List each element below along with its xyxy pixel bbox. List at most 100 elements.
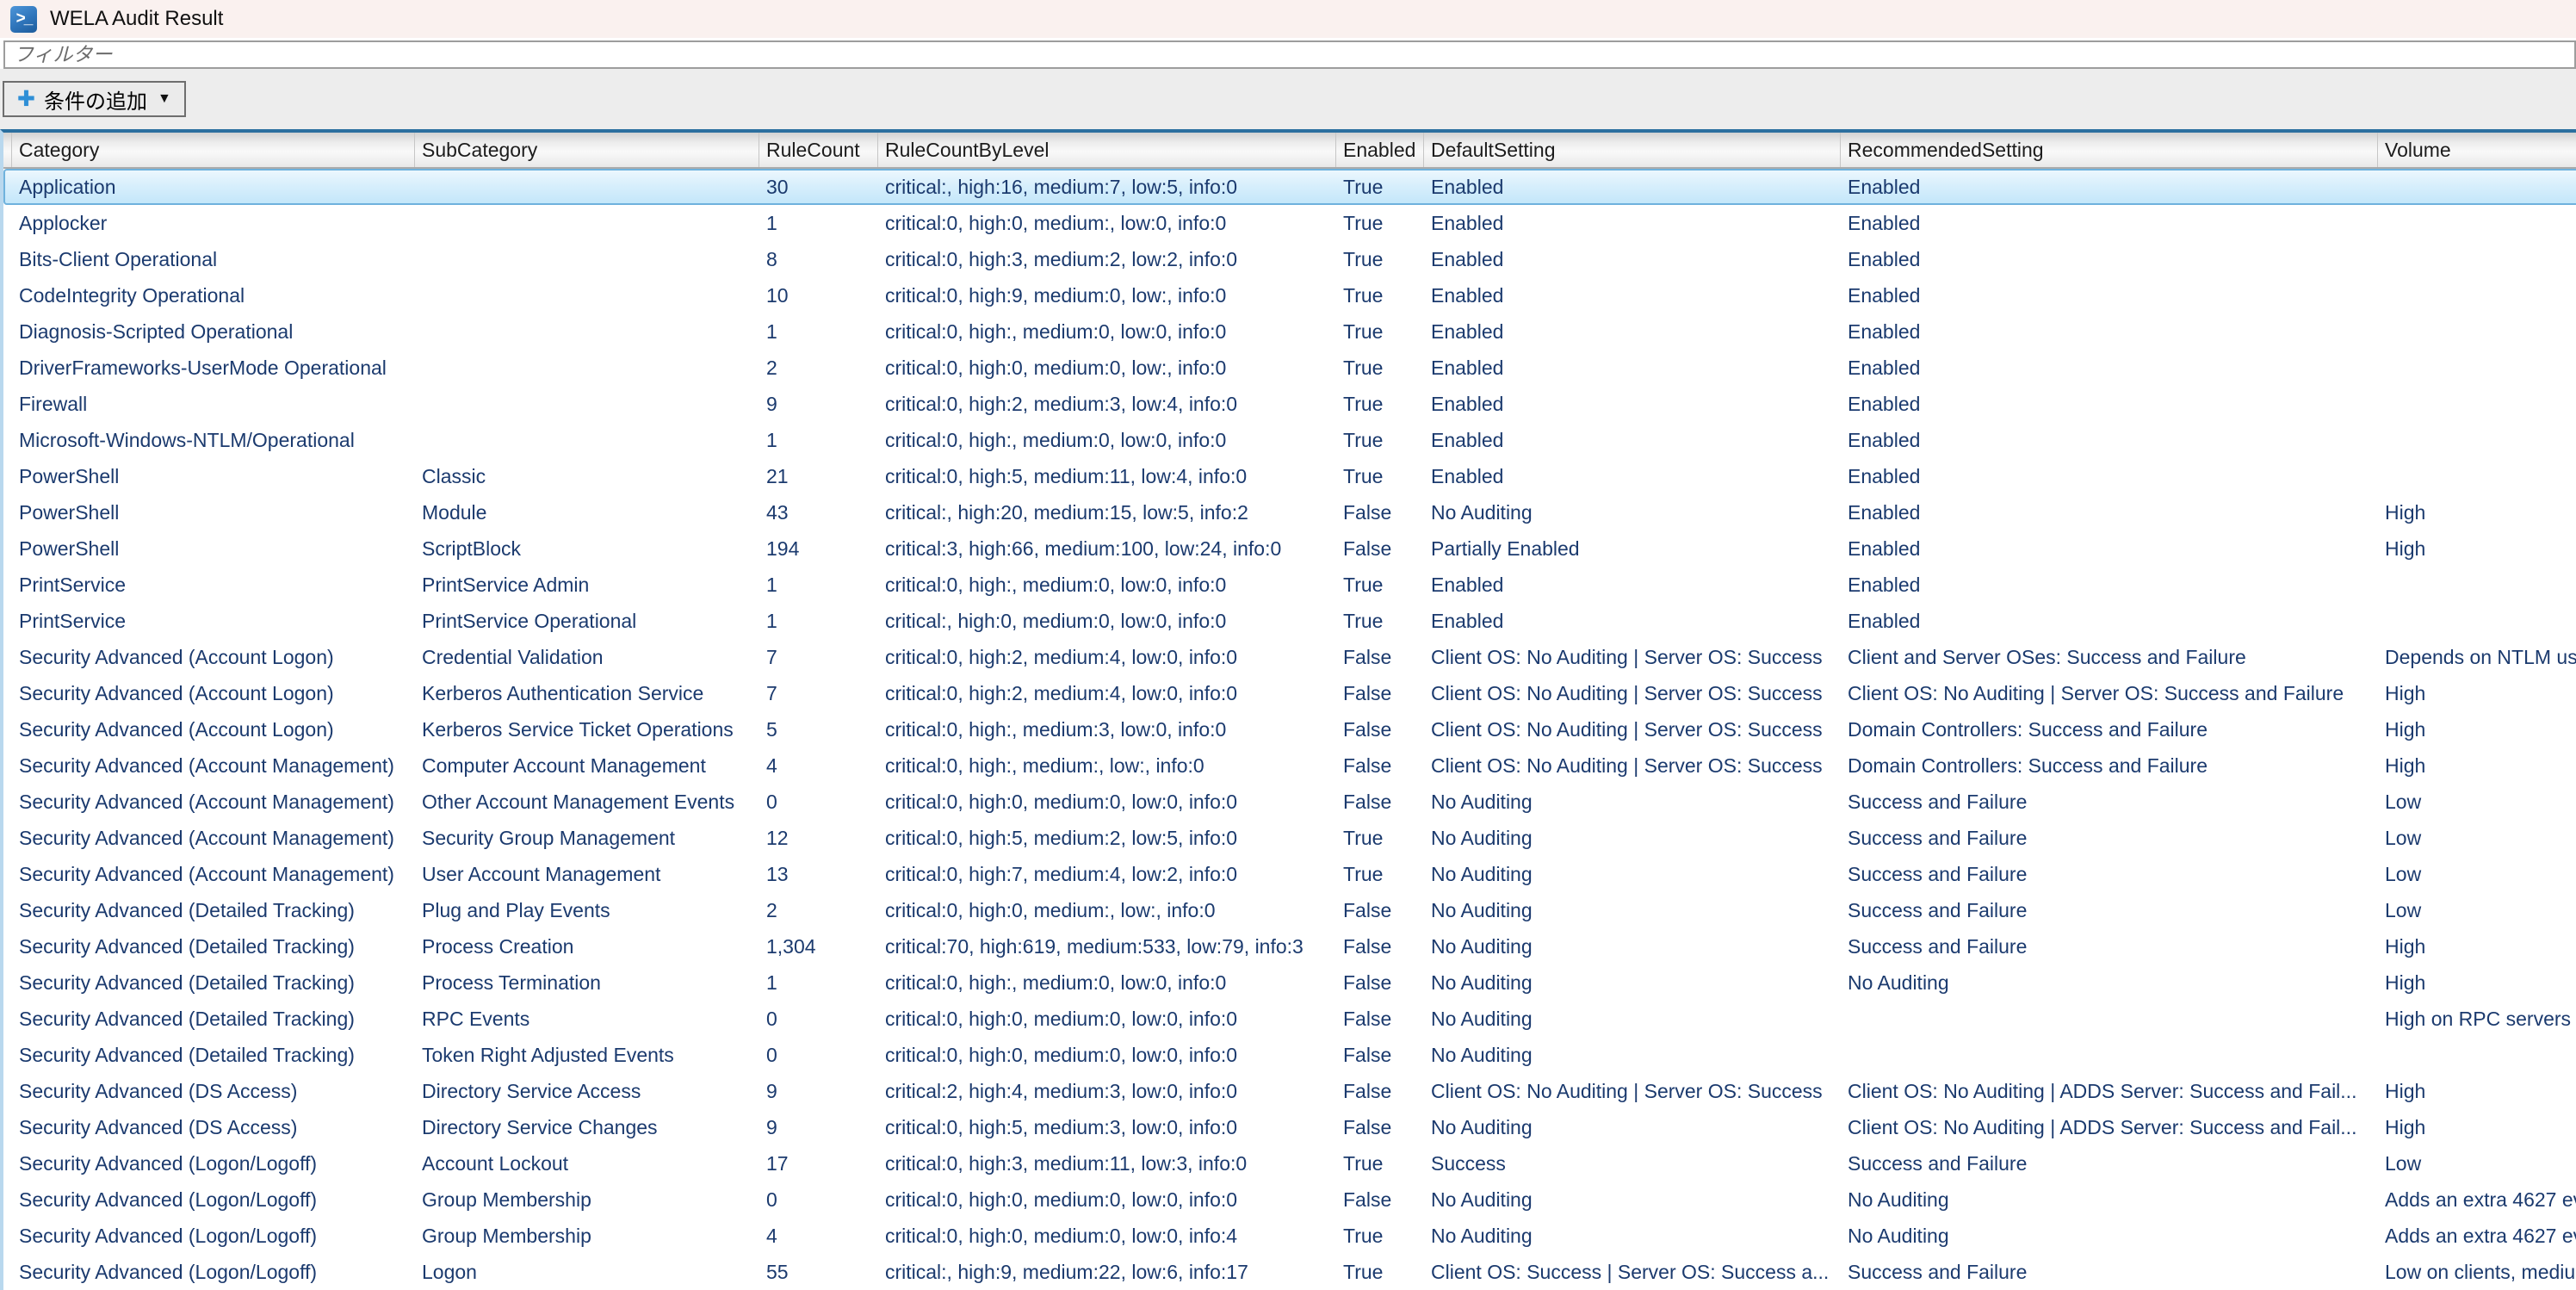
cell-recommendedsetting: Enabled	[1841, 205, 2378, 241]
column-header-enabled[interactable]: Enabled	[1336, 133, 1424, 167]
cell-recommendedsetting	[1841, 1037, 2378, 1073]
table-row[interactable]: Security Advanced (Account Management) O…	[3, 784, 2576, 820]
cell-rulecount: 1,304	[759, 928, 878, 964]
cell-defaultsetting: Enabled	[1424, 386, 1841, 422]
cell-recommendedsetting: Success and Failure	[1841, 820, 2378, 856]
cell-volume	[2378, 241, 2576, 277]
table-row[interactable]: Security Advanced (Account Logon) Creden…	[3, 639, 2576, 675]
cell-rulecountbylevel: critical:, high:0, medium:0, low:0, info…	[878, 603, 1336, 639]
cell-recommendedsetting: Success and Failure	[1841, 1145, 2378, 1181]
cell-subcategory: Directory Service Changes	[415, 1109, 759, 1145]
cell-subcategory: Credential Validation	[415, 639, 759, 675]
table-row[interactable]: Security Advanced (Detailed Tracking) RP…	[3, 1001, 2576, 1037]
table-row[interactable]: Security Advanced (Detailed Tracking) To…	[3, 1037, 2576, 1073]
table-row[interactable]: Applocker 1 critical:0, high:0, medium:,…	[3, 205, 2576, 241]
cell-subcategory: Logon	[415, 1254, 759, 1290]
cell-rulecountbylevel: critical:0, high:0, medium:0, low:0, inf…	[878, 1037, 1336, 1073]
column-header-defaultsetting[interactable]: DefaultSetting	[1424, 133, 1841, 167]
cell-recommendedsetting: Success and Failure	[1841, 784, 2378, 820]
filter-input[interactable]	[3, 40, 2576, 69]
cell-gutter	[3, 169, 12, 205]
cell-recommendedsetting: Enabled	[1841, 386, 2378, 422]
cell-rulecountbylevel: critical:0, high:, medium:0, low:0, info…	[878, 964, 1336, 1001]
table-row[interactable]: Security Advanced (Logon/Logoff) Group M…	[3, 1181, 2576, 1218]
cell-rulecountbylevel: critical:0, high:0, medium:0, low:0, inf…	[878, 1218, 1336, 1254]
cell-volume: High	[2378, 928, 2576, 964]
cell-category: Security Advanced (Logon/Logoff)	[12, 1181, 415, 1218]
table-row[interactable]: Microsoft-Windows-NTLM/Operational 1 cri…	[3, 422, 2576, 458]
table-row[interactable]: Security Advanced (Logon/Logoff) Group M…	[3, 1218, 2576, 1254]
table-row[interactable]: Security Advanced (DS Access) Directory …	[3, 1109, 2576, 1145]
criteria-toolbar: ✚ 条件の追加 ▼	[0, 69, 2576, 129]
table-row[interactable]: Bits-Client Operational 8 critical:0, hi…	[3, 241, 2576, 277]
cell-gutter	[3, 928, 12, 964]
cell-defaultsetting: No Auditing	[1424, 820, 1841, 856]
cell-enabled: False	[1336, 892, 1424, 928]
table-row[interactable]: PrintService PrintService Admin 1 critic…	[3, 567, 2576, 603]
cell-gutter	[3, 639, 12, 675]
column-header-subcategory[interactable]: SubCategory	[415, 133, 759, 167]
cell-volume: High	[2378, 747, 2576, 784]
cell-subcategory: User Account Management	[415, 856, 759, 892]
table-row[interactable]: Security Advanced (Logon/Logoff) Logon 5…	[3, 1254, 2576, 1290]
column-header-volume[interactable]: Volume	[2378, 133, 2576, 167]
cell-gutter	[3, 784, 12, 820]
table-row[interactable]: Security Advanced (Account Management) S…	[3, 820, 2576, 856]
cell-subcategory: RPC Events	[415, 1001, 759, 1037]
window-title: WELA Audit Result	[50, 7, 223, 31]
cell-defaultsetting: Enabled	[1424, 205, 1841, 241]
table-row[interactable]: Firewall 9 critical:0, high:2, medium:3,…	[3, 386, 2576, 422]
cell-defaultsetting: No Auditing	[1424, 928, 1841, 964]
cell-enabled: True	[1336, 277, 1424, 313]
cell-recommendedsetting	[1841, 1001, 2378, 1037]
cell-volume	[2378, 1037, 2576, 1073]
table-row[interactable]: Security Advanced (Logon/Logoff) Account…	[3, 1145, 2576, 1181]
cell-volume: Adds an extra 4627 ev	[2378, 1181, 2576, 1218]
cell-enabled: True	[1336, 1254, 1424, 1290]
cell-subcategory: Process Creation	[415, 928, 759, 964]
cell-recommendedsetting: Enabled	[1841, 313, 2378, 350]
cell-enabled: True	[1336, 169, 1424, 205]
table-row[interactable]: PowerShell Module 43 critical:, high:20,…	[3, 494, 2576, 530]
cell-rulecountbylevel: critical:0, high:2, medium:3, low:4, inf…	[878, 386, 1336, 422]
table-row[interactable]: DriverFrameworks-UserMode Operational 2 …	[3, 350, 2576, 386]
cell-rulecount: 1	[759, 313, 878, 350]
cell-category: Security Advanced (Logon/Logoff)	[12, 1218, 415, 1254]
table-row[interactable]: Security Advanced (Account Logon) Kerber…	[3, 711, 2576, 747]
table-row[interactable]: Security Advanced (Account Management) U…	[3, 856, 2576, 892]
cell-subcategory	[415, 241, 759, 277]
cell-subcategory: Kerberos Service Ticket Operations	[415, 711, 759, 747]
cell-rulecount: 0	[759, 1001, 878, 1037]
cell-rulecountbylevel: critical:3, high:66, medium:100, low:24,…	[878, 530, 1336, 567]
cell-enabled: True	[1336, 458, 1424, 494]
cell-defaultsetting: No Auditing	[1424, 1001, 1841, 1037]
column-header-recommendedsetting[interactable]: RecommendedSetting	[1841, 133, 2378, 167]
column-header-category[interactable]: Category	[12, 133, 415, 167]
cell-defaultsetting: No Auditing	[1424, 1109, 1841, 1145]
table-row[interactable]: PrintService PrintService Operational 1 …	[3, 603, 2576, 639]
column-header-rulecountbylevel[interactable]: RuleCountByLevel	[878, 133, 1336, 167]
table-row[interactable]: Security Advanced (Detailed Tracking) Pr…	[3, 964, 2576, 1001]
table-row[interactable]: Security Advanced (Account Logon) Kerber…	[3, 675, 2576, 711]
table-row[interactable]: Application 30 critical:, high:16, mediu…	[3, 169, 2576, 205]
cell-defaultsetting: No Auditing	[1424, 964, 1841, 1001]
column-header-rulecount[interactable]: RuleCount	[759, 133, 878, 167]
add-criteria-button[interactable]: ✚ 条件の追加 ▼	[3, 81, 186, 117]
table-row[interactable]: PowerShell Classic 21 critical:0, high:5…	[3, 458, 2576, 494]
cell-rulecountbylevel: critical:0, high:0, medium:0, low:0, inf…	[878, 1001, 1336, 1037]
cell-category: PowerShell	[12, 494, 415, 530]
cell-rulecountbylevel: critical:0, high:, medium:0, low:0, info…	[878, 567, 1336, 603]
cell-gutter	[3, 386, 12, 422]
table-row[interactable]: Security Advanced (DS Access) Directory …	[3, 1073, 2576, 1109]
cell-volume: Low	[2378, 856, 2576, 892]
table-row[interactable]: Security Advanced (Detailed Tracking) Pl…	[3, 892, 2576, 928]
table-row[interactable]: PowerShell ScriptBlock 194 critical:3, h…	[3, 530, 2576, 567]
table-row[interactable]: Security Advanced (Detailed Tracking) Pr…	[3, 928, 2576, 964]
table-row[interactable]: Security Advanced (Account Management) C…	[3, 747, 2576, 784]
cell-recommendedsetting: Enabled	[1841, 530, 2378, 567]
cell-subcategory	[415, 386, 759, 422]
table-row[interactable]: Diagnosis-Scripted Operational 1 critica…	[3, 313, 2576, 350]
cell-subcategory	[415, 277, 759, 313]
table-row[interactable]: CodeIntegrity Operational 10 critical:0,…	[3, 277, 2576, 313]
cell-subcategory: Account Lockout	[415, 1145, 759, 1181]
